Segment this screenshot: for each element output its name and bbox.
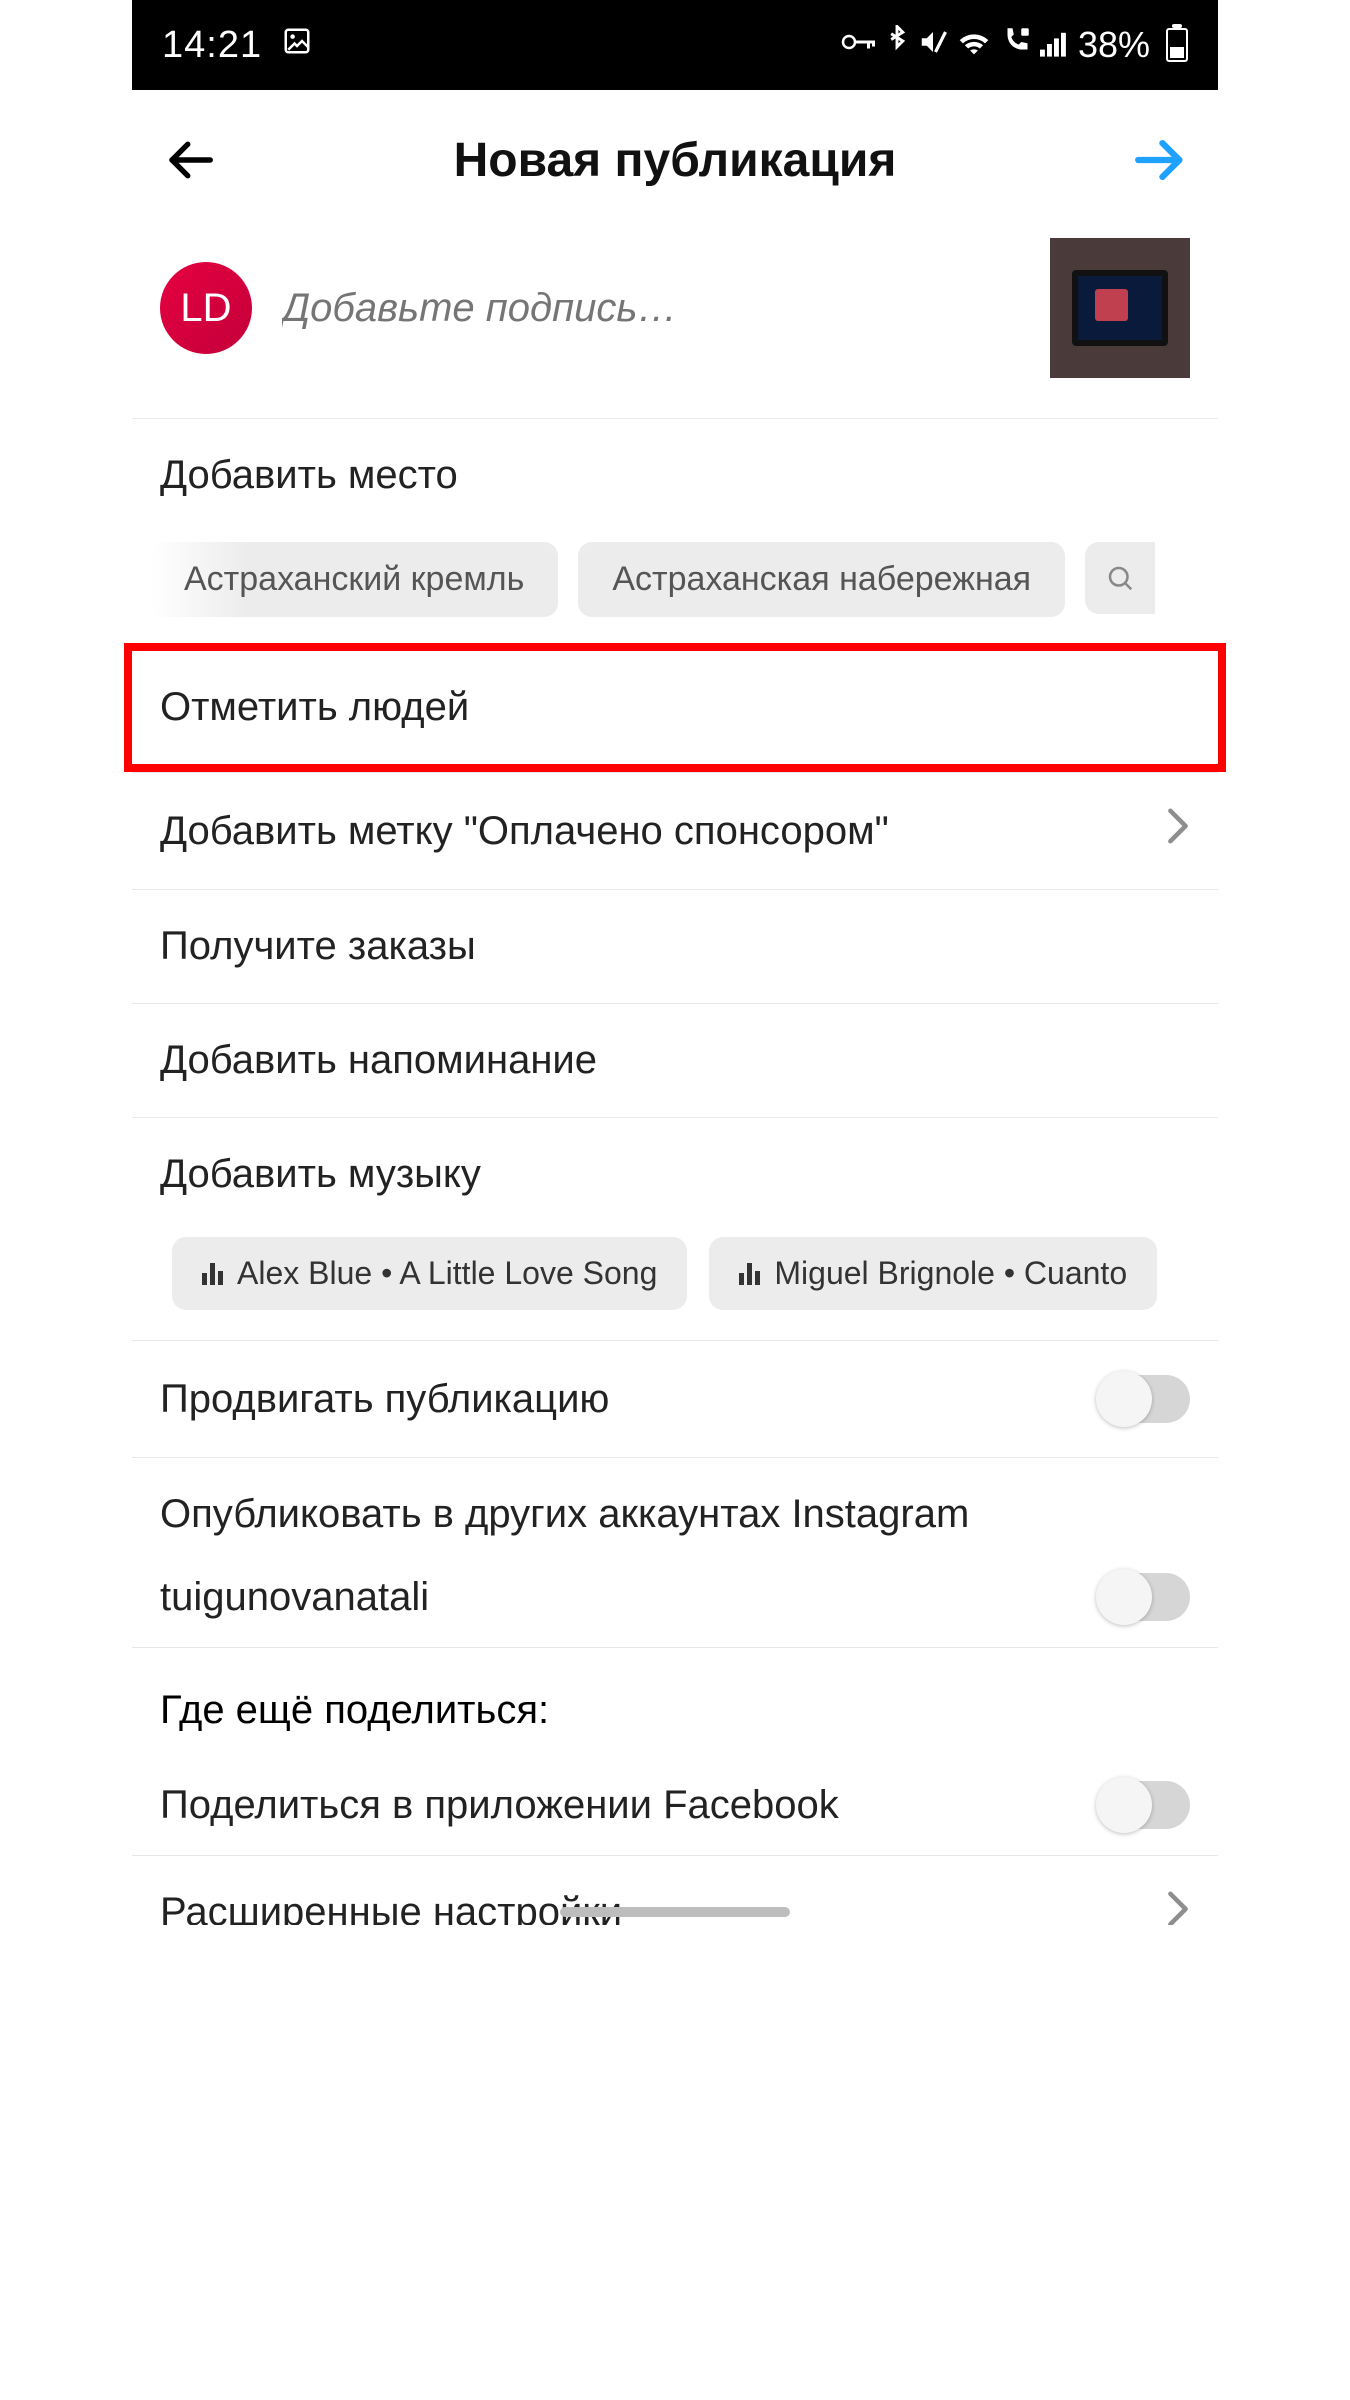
boost-post-row: Продвигать публикацию xyxy=(132,1340,1218,1457)
account-name: tuigunovanatali xyxy=(160,1575,429,1620)
share-elsewhere-label: Где ещё поделиться: xyxy=(160,1688,549,1732)
vpn-key-icon xyxy=(840,24,876,66)
location-chip[interactable]: Астраханский кремль xyxy=(150,542,558,617)
location-chip-more[interactable] xyxy=(1085,542,1155,614)
app-screen: 14:21 38% xyxy=(132,0,1218,1925)
signal-icon xyxy=(1040,24,1068,66)
status-right: 38% xyxy=(840,24,1188,66)
tag-people-label: Отметить людей xyxy=(160,685,469,730)
thumbnail-content xyxy=(1072,270,1168,346)
chevron-right-icon xyxy=(1166,1890,1190,1925)
arrow-right-icon xyxy=(1131,131,1189,189)
share-elsewhere-header: Где ещё поделиться: xyxy=(132,1647,1218,1755)
other-accounts-label: Опубликовать в других аккаунтах Instagra… xyxy=(160,1492,969,1537)
share-facebook-toggle[interactable] xyxy=(1100,1781,1190,1829)
location-chip[interactable]: Астраханская набережная xyxy=(578,542,1065,617)
music-bars-icon xyxy=(739,1263,760,1285)
paid-partnership-label: Добавить метку "Оплачено спонсором" xyxy=(160,809,889,854)
music-bars-icon xyxy=(202,1263,223,1285)
advanced-settings-label: Расширенные настройки xyxy=(160,1890,622,1925)
location-suggestions: Астраханский кремль Астраханская набереж… xyxy=(132,532,1218,643)
battery-percent: 38% xyxy=(1078,24,1150,66)
paid-partnership-row[interactable]: Добавить метку "Оплачено спонсором" xyxy=(132,772,1218,889)
app-header: Новая публикация xyxy=(132,90,1218,230)
music-chip-label: Alex Blue • A Little Love Song xyxy=(237,1255,657,1292)
add-reminder-row[interactable]: Добавить напоминание xyxy=(132,1003,1218,1117)
tag-people-row[interactable]: Отметить людей xyxy=(132,651,1218,764)
add-location-row[interactable]: Добавить место xyxy=(132,418,1218,532)
mute-vibrate-icon xyxy=(918,24,948,66)
boost-post-label: Продвигать публикацию xyxy=(160,1377,609,1422)
get-orders-label: Получите заказы xyxy=(160,924,476,969)
add-music-label: Добавить музыку xyxy=(160,1152,481,1197)
media-thumbnail[interactable] xyxy=(1050,238,1190,378)
image-indicator-icon xyxy=(282,26,312,64)
add-location-label: Добавить место xyxy=(160,453,458,498)
volte-icon xyxy=(1000,24,1030,66)
music-suggestions: Alex Blue • A Little Love Song Miguel Br… xyxy=(132,1231,1218,1340)
search-icon xyxy=(1105,563,1135,593)
music-chip-label: Miguel Brignole • Cuanto xyxy=(774,1255,1127,1292)
bluetooth-icon xyxy=(886,24,908,66)
back-button[interactable] xyxy=(160,130,220,190)
add-music-row[interactable]: Добавить музыку xyxy=(132,1117,1218,1231)
next-button[interactable] xyxy=(1130,130,1190,190)
android-status-bar: 14:21 38% xyxy=(132,0,1218,90)
music-chip[interactable]: Miguel Brignole • Cuanto xyxy=(709,1237,1157,1310)
share-facebook-label: Поделиться в приложении Facebook xyxy=(160,1783,839,1828)
wifi-icon xyxy=(958,24,990,66)
android-gesture-bar xyxy=(560,1907,790,1917)
boost-post-toggle[interactable] xyxy=(1100,1375,1190,1423)
arrow-left-icon xyxy=(163,133,217,187)
caption-input[interactable] xyxy=(282,286,1020,331)
status-time: 14:21 xyxy=(162,24,262,67)
add-reminder-label: Добавить напоминание xyxy=(160,1038,597,1083)
avatar[interactable]: LD xyxy=(160,262,252,354)
caption-row: LD xyxy=(132,230,1218,418)
music-chip[interactable]: Alex Blue • A Little Love Song xyxy=(172,1237,687,1310)
chevron-right-icon xyxy=(1166,807,1190,855)
account-toggle[interactable] xyxy=(1100,1573,1190,1621)
other-accounts-header: Опубликовать в других аккаунтах Instagra… xyxy=(132,1457,1218,1547)
status-left: 14:21 xyxy=(162,24,312,67)
battery-icon xyxy=(1166,28,1188,62)
share-facebook-row: Поделиться в приложении Facebook xyxy=(132,1755,1218,1855)
tag-people-highlight: Отметить людей xyxy=(124,643,1226,772)
account-row: tuigunovanatali xyxy=(132,1547,1218,1647)
page-title: Новая публикация xyxy=(454,133,897,188)
get-orders-row[interactable]: Получите заказы xyxy=(132,889,1218,1003)
